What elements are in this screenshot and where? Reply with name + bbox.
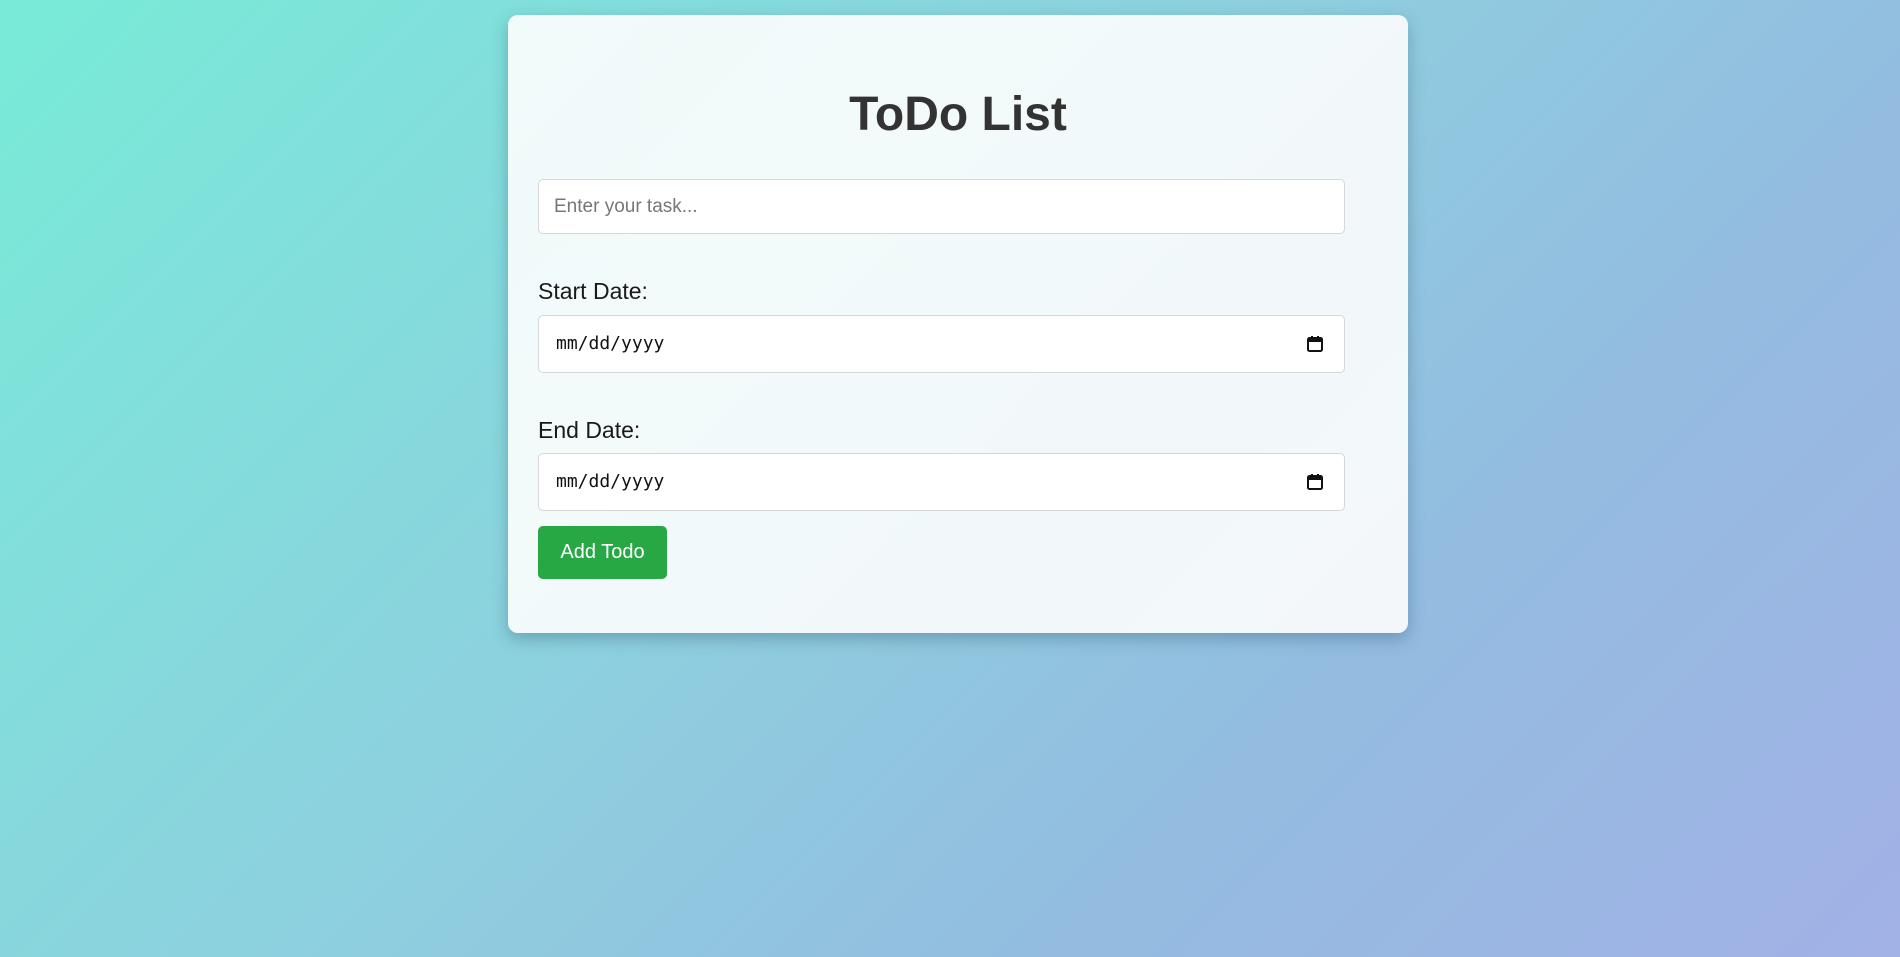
end-date-value: mm/dd/yyyy (556, 471, 665, 492)
start-date-value: mm/dd/yyyy (556, 333, 665, 354)
calendar-icon[interactable] (1306, 335, 1324, 353)
start-date-field[interactable]: mm/dd/yyyy (538, 315, 1345, 373)
end-date-label: End Date: (538, 417, 641, 443)
calendar-icon[interactable] (1306, 473, 1324, 491)
todo-card: ToDo List Start Date: mm/dd/yyyy End Dat… (508, 15, 1408, 633)
page-title: ToDo List (849, 88, 1067, 141)
task-input[interactable] (538, 179, 1345, 234)
add-todo-button[interactable]: Add Todo (538, 526, 667, 579)
start-date-label: Start Date: (538, 278, 648, 304)
end-date-field[interactable]: mm/dd/yyyy (538, 453, 1345, 511)
